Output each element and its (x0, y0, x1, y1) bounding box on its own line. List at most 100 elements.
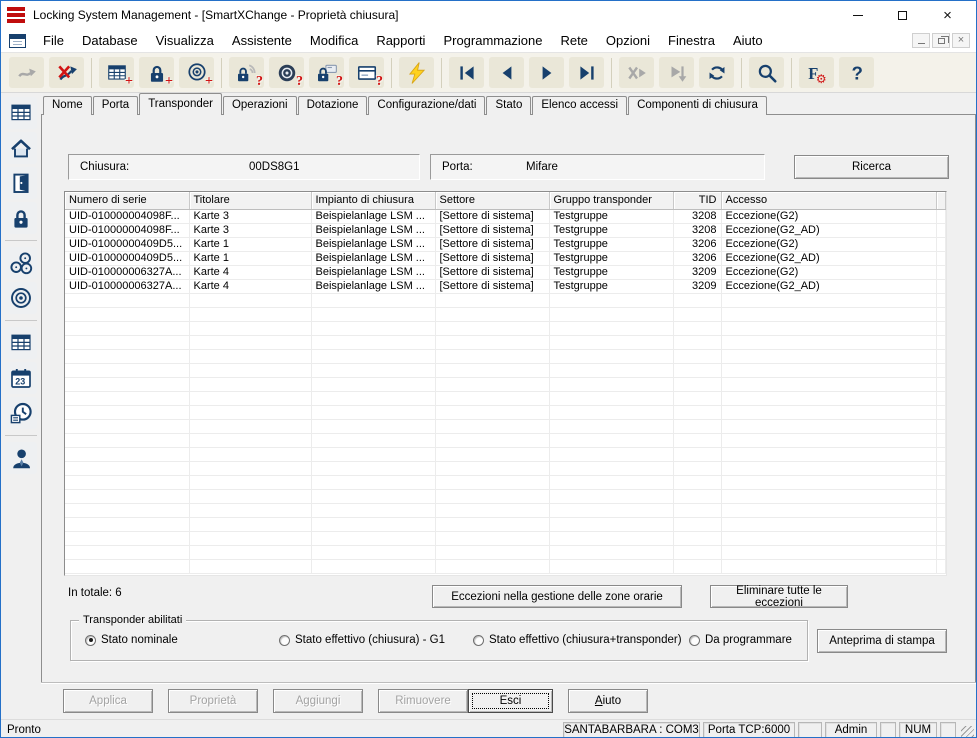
read-transponder-button[interactable]: ? (269, 57, 304, 89)
sidebar-timezone-button[interactable] (5, 397, 37, 429)
cell (65, 391, 190, 406)
menu-item-visualizza[interactable]: Visualizza (147, 30, 223, 51)
tab-transponder[interactable]: Transponder (139, 93, 222, 115)
table-row[interactable]: UID-01000000409D5... Karte 1 Beispielanlag… (65, 251, 946, 266)
read-card-button[interactable]: ? (349, 57, 384, 89)
menu-item-rete[interactable]: Rete (551, 30, 596, 51)
column-header-blank[interactable] (936, 192, 946, 210)
transponder-table: Numero di serie Titolare Impianto di chius… (64, 191, 947, 576)
refresh-button[interactable] (699, 57, 734, 88)
mdi-minimize-button[interactable] (912, 33, 930, 48)
disconnect-button[interactable] (49, 57, 84, 88)
tab-elenco-accessi[interactable]: Elenco accessi (532, 96, 628, 115)
cell (936, 265, 946, 280)
column-header-settore[interactable]: Settore (435, 192, 550, 210)
table-row[interactable]: UID-010000004098F... Karte 3 Beispielanlag… (65, 209, 946, 224)
table-row[interactable]: UID-01000000409D5... Karte 1 Beispielanlag… (65, 237, 946, 252)
table-row[interactable]: UID-010000006327A... Karte 4 Beispielanlag… (65, 279, 946, 294)
tab-porta[interactable]: Porta (92, 96, 139, 115)
menu-item-file[interactable]: File (34, 30, 73, 51)
cell (673, 447, 722, 462)
menu-item-programmazione[interactable]: Programmazione (434, 30, 551, 51)
previous-record-button[interactable] (489, 57, 524, 88)
sidebar: 23 (1, 93, 41, 719)
cell (435, 517, 550, 532)
read-lock-button[interactable]: ? (229, 57, 264, 89)
cell (936, 391, 946, 406)
new-locking-plan-button[interactable]: + (99, 57, 134, 89)
ricerca-button[interactable]: Ricerca (794, 155, 949, 179)
menu-item-aiuto[interactable]: Aiuto (724, 30, 772, 51)
cell (673, 489, 722, 504)
aiuto-button[interactable]: Aiuto (568, 689, 648, 713)
menu-item-modifica[interactable]: Modifica (301, 30, 367, 51)
next-record-button[interactable] (529, 57, 564, 88)
radio-stato-effettivo-chiusura-transponder-[interactable]: Stato effettivo (chiusura+transponder) (473, 634, 682, 646)
read-mifare-lock-button[interactable]: ? (309, 57, 344, 89)
radio-stato-effettivo-chiusura-g1[interactable]: Stato effettivo (chiusura) - G1 (279, 634, 445, 646)
sidebar-lock-button[interactable] (5, 202, 37, 234)
eccezioni-zone-orarie-button[interactable]: Eccezioni nella gestione delle zone orar… (432, 585, 682, 608)
svg-text:⚙: ⚙ (815, 71, 826, 83)
sidebar-user-button[interactable] (5, 442, 37, 474)
tab-nome[interactable]: Nome (43, 96, 92, 115)
anteprima-stampa-button[interactable]: Anteprima di stampa (817, 629, 947, 653)
cell (189, 461, 312, 476)
filter-settings-button[interactable]: F ⚙ (799, 57, 834, 88)
toolbar-separator (741, 57, 742, 88)
cell (721, 307, 937, 322)
table-row[interactable]: UID-010000006327A... Karte 4 Beispielanlag… (65, 265, 946, 280)
mdi-close-button[interactable]: × (952, 33, 970, 48)
tab-componenti-di-chiusura[interactable]: Componenti di chiusura (628, 96, 767, 115)
cell (189, 489, 312, 504)
cell (936, 335, 946, 350)
tab-dotazione[interactable]: Dotazione (297, 96, 368, 115)
sidebar-transponder-group-button[interactable] (5, 247, 37, 279)
sidebar-door-button[interactable] (5, 167, 37, 199)
program-button[interactable] (399, 57, 434, 88)
cell (721, 321, 937, 336)
connect-button (9, 57, 44, 88)
minimize-button[interactable] (835, 2, 880, 28)
table-row[interactable]: UID-010000004098F... Karte 3 Beispielanlag… (65, 223, 946, 238)
help-button[interactable]: ? (839, 57, 874, 88)
menu-item-database[interactable]: Database (73, 30, 147, 51)
column-header-accesso[interactable]: Accesso (721, 192, 937, 210)
menu-item-opzioni[interactable]: Opzioni (597, 30, 659, 51)
new-transponder-button[interactable]: + (179, 57, 214, 89)
column-header-impianto-di-chiusura[interactable]: Impianto di chiusura (311, 192, 436, 210)
first-record-button[interactable] (449, 57, 484, 88)
sidebar-calendar-button[interactable]: 23 (5, 362, 37, 394)
sidebar-locking-plan-button[interactable] (5, 97, 37, 129)
radio-da-programmare[interactable]: Da programmare (689, 634, 792, 646)
new-lock-button[interactable]: + (139, 57, 174, 89)
column-header-numero-di-serie[interactable]: Numero di serie (65, 192, 190, 210)
column-header-tid[interactable]: TID (673, 192, 722, 210)
tab-operazioni[interactable]: Operazioni (222, 96, 297, 115)
sidebar-home-button[interactable] (5, 132, 37, 164)
tab-configurazione-dati[interactable]: Configurazione/dati (368, 96, 486, 115)
mdi-restore-button[interactable] (932, 33, 950, 48)
sidebar-transponder-button[interactable] (5, 282, 37, 314)
menu-item-rapporti[interactable]: Rapporti (367, 30, 434, 51)
tab-stato[interactable]: Stato (486, 96, 532, 115)
maximize-button[interactable] (880, 2, 925, 28)
resize-grip[interactable] (961, 726, 974, 737)
sidebar-matrix-button[interactable] (5, 327, 37, 359)
eliminare-eccezioni-button[interactable]: Eliminare tutte le eccezioni (710, 585, 848, 609)
next-record-icon (542, 65, 551, 80)
radio-stato-nominale[interactable]: Stato nominale (85, 634, 178, 646)
cell (673, 545, 722, 560)
toolbar: + + +???? F ⚙? (1, 53, 976, 93)
close-button[interactable]: × (925, 2, 970, 28)
menu-item-assistente[interactable]: Assistente (223, 30, 301, 51)
last-record-button[interactable] (569, 57, 604, 88)
esci-button[interactable]: Esci (468, 689, 553, 713)
search-button[interactable] (749, 57, 784, 88)
menu-item-finestra[interactable]: Finestra (659, 30, 724, 51)
column-header-gruppo-transponder[interactable]: Gruppo transponder (549, 192, 674, 210)
column-header-titolare[interactable]: Titolare (189, 192, 312, 210)
cell (65, 447, 190, 462)
last-record-icon (579, 65, 594, 80)
cell (189, 545, 312, 560)
